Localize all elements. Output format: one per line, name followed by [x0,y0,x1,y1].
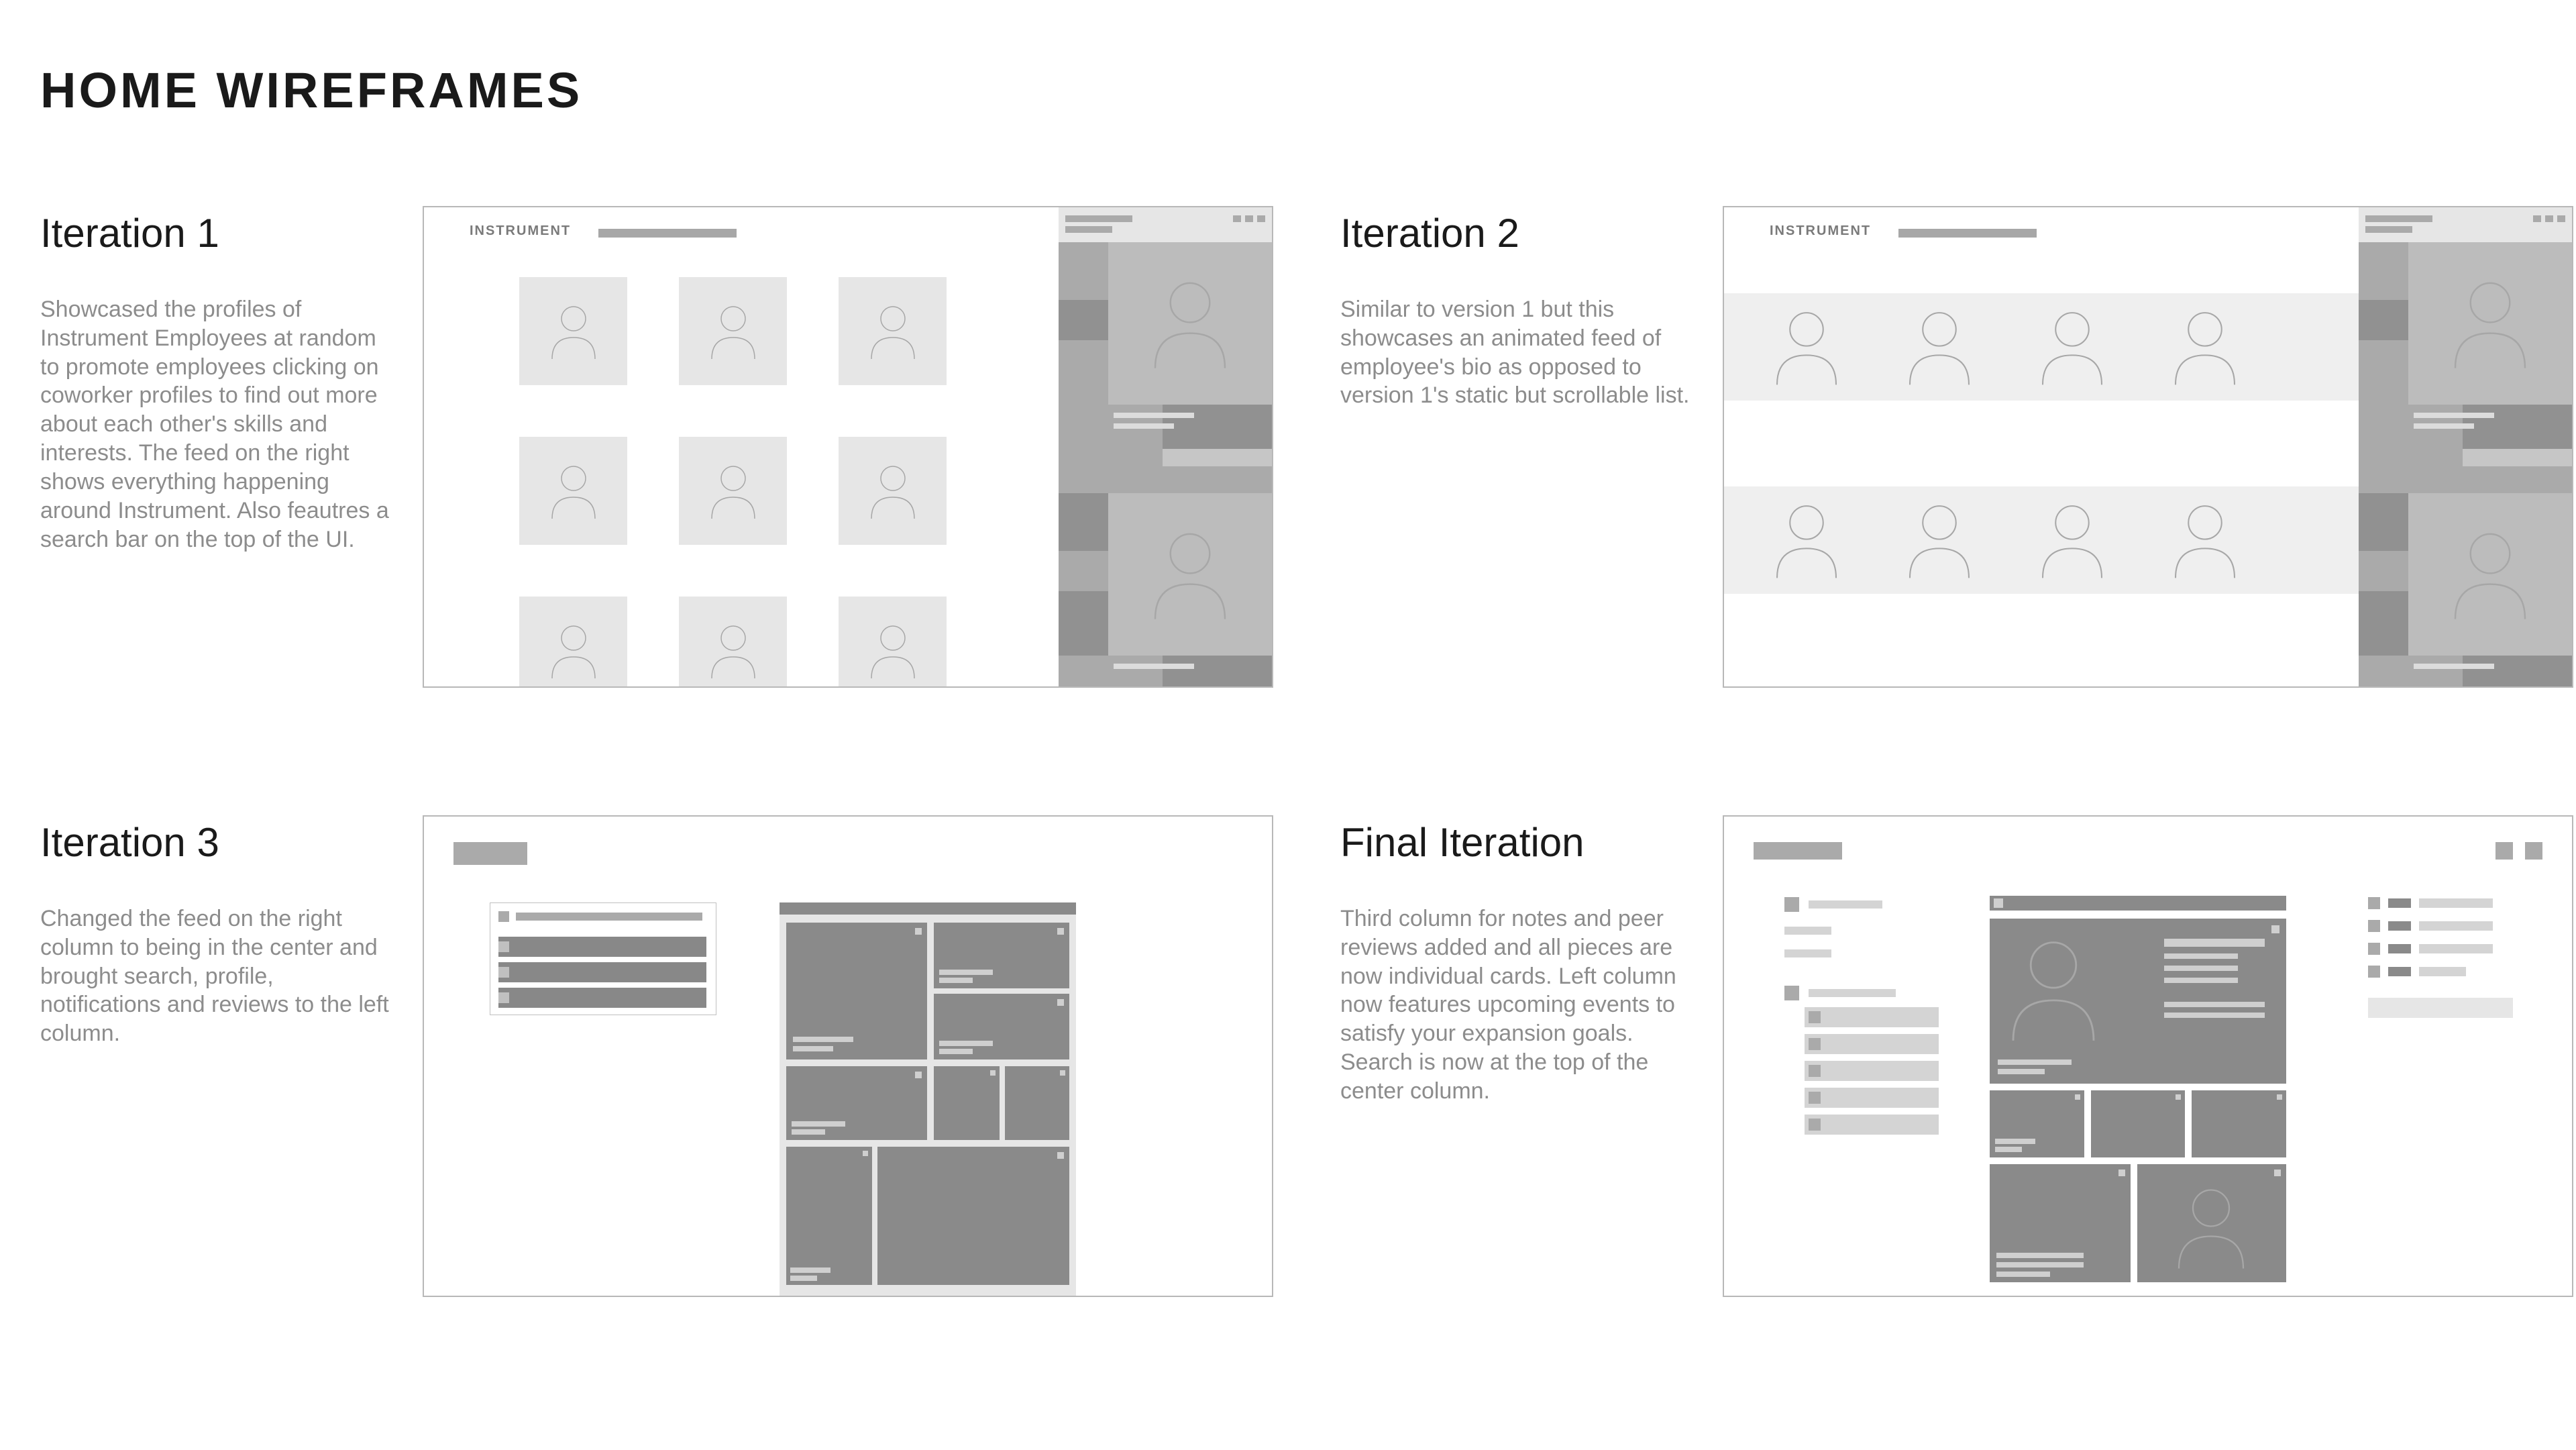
person-icon [2003,932,2104,1046]
feed-card [1990,1090,2084,1157]
profile-card [839,437,947,545]
brand-pill [453,842,527,865]
profile-card [679,437,787,545]
feed-card [2091,1090,2186,1157]
header-icon [2525,842,2542,860]
wireframe-iteration-3 [423,815,1273,1297]
page-title: HOME WIREFRAMES [40,62,2549,119]
nav-item [1784,949,1944,957]
iteration-1-title: Iteration 1 [40,210,398,256]
feed-card [1990,1164,2131,1282]
hero-card [1990,919,2286,1084]
person-icon [1902,303,1976,391]
profile-card [679,597,787,688]
person-icon [2447,524,2534,625]
iteration-3: Iteration 3 Changed the feed on the righ… [40,815,1273,1297]
person-icon [2168,303,2242,391]
wireframe-logo: INSTRUMENT [1770,223,1871,239]
iteration-final-title: Final Iteration [1340,819,1699,866]
person-icon [2035,497,2109,584]
profile-card [519,437,627,545]
feed-card [2137,1164,2286,1282]
bio-feed-row [1724,293,2361,401]
nav-item [1784,927,1944,935]
person-icon [2035,303,2109,391]
person-icon [1902,497,1976,584]
person-icon [547,461,600,521]
right-nav-item [2368,920,2528,932]
person-icon [547,621,600,681]
iteration-2: Iteration 2 Similar to version 1 but thi… [1340,206,2573,688]
right-nav-item [2368,943,2528,955]
profile-card [679,277,787,385]
profile-card [519,277,627,385]
person-icon [1770,497,1843,584]
iteration-final-body: Third column for notes and peer reviews … [1340,904,1699,1106]
center-feed [1990,896,2286,1282]
person-icon [1146,524,1234,625]
note-input [2368,998,2513,1018]
bio-feed-row [1724,486,2361,594]
center-feed [780,902,1076,1297]
wireframe-iteration-1: INSTRUMENT [423,206,1273,688]
brand-pill [1754,842,1842,860]
activity-feed [2359,207,2572,686]
event-row [1805,1007,1939,1027]
wireframe-iteration-final [1723,815,2573,1297]
person-icon [2168,497,2242,584]
iteration-3-title: Iteration 3 [40,819,398,866]
right-panel [2368,897,2528,1018]
left-nav [1784,897,1944,1137]
person-icon [866,621,920,681]
iteration-2-body: Similar to version 1 but this showcases … [1340,295,1699,410]
person-icon [866,461,920,521]
right-nav-item [2368,897,2528,909]
activity-feed [1059,207,1272,686]
wireframe-logo: INSTRUMENT [470,223,571,239]
iteration-1-body: Showcased the profiles of Instrument Emp… [40,295,398,554]
person-icon [706,301,760,362]
nav-item [1784,897,1944,912]
event-row [1805,1034,1939,1054]
iteration-1: Iteration 1 Showcased the profiles of In… [40,206,1273,688]
person-icon [706,621,760,681]
wireframe-iteration-2: INSTRUMENT [1723,206,2573,688]
person-icon [706,461,760,521]
person-icon [2171,1180,2251,1274]
feed-card [2192,1090,2286,1157]
person-icon [1146,273,1234,374]
iteration-2-title: Iteration 2 [1340,210,1699,256]
header-icon [2496,842,2513,860]
person-icon [2447,273,2534,374]
iteration-3-body: Changed the feed on the right column to … [40,904,398,1048]
event-row [1805,1088,1939,1108]
iteration-final: Final Iteration Third column for notes a… [1340,815,2573,1297]
profile-card [839,277,947,385]
profile-card [839,597,947,688]
right-nav-item [2368,966,2528,978]
person-icon [866,301,920,362]
events-heading [1784,986,1944,1000]
person-icon [1770,303,1843,391]
center-search [1990,896,2286,911]
event-row [1805,1061,1939,1081]
person-icon [547,301,600,362]
profile-card [519,597,627,688]
search-bar-placeholder [1898,229,2037,238]
top-right-icons [2496,842,2542,860]
search-bar-placeholder [598,229,737,238]
event-row [1805,1115,1939,1135]
left-panel [490,902,716,1015]
